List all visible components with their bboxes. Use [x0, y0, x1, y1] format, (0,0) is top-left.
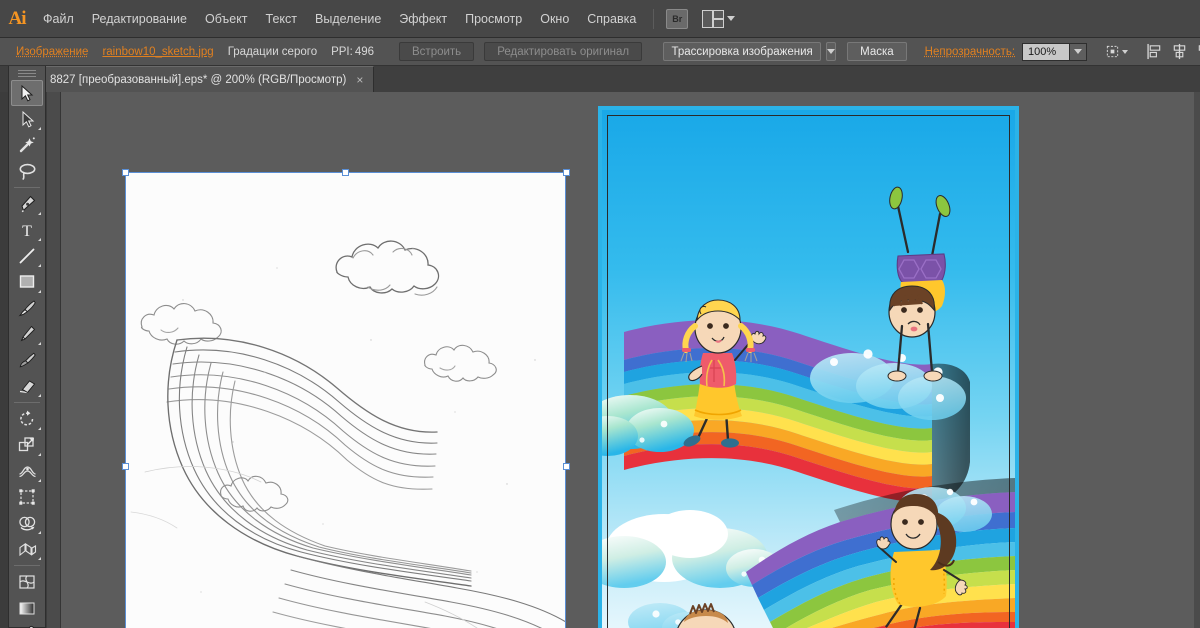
scale-tool[interactable] [11, 432, 43, 458]
embed-button[interactable]: Встроить [399, 42, 475, 61]
align-right-icon[interactable] [1196, 43, 1200, 61]
magic-wand-tool[interactable] [11, 132, 43, 158]
selection-handle-top-left[interactable] [122, 169, 129, 176]
selection-handle-middle-right[interactable] [563, 463, 570, 470]
align-left-icon[interactable] [1146, 43, 1163, 61]
tool-divider [14, 187, 40, 188]
svg-text:T: T [22, 223, 32, 239]
document-tab-bar: » 8827 [преобразованный].eps* @ 200% (RG… [0, 66, 1200, 92]
selection-handle-top-center[interactable] [342, 169, 349, 176]
object-type-link[interactable]: Изображение [9, 46, 95, 58]
mesh-tool[interactable] [11, 569, 43, 595]
menu-file[interactable]: Файл [34, 0, 83, 38]
chevron-down-icon [727, 16, 736, 21]
image-trace-preset-dropdown[interactable] [826, 42, 837, 61]
canvas-left-rail [47, 92, 61, 628]
chevron-down-icon [827, 49, 836, 54]
selection-handle-middle-left[interactable] [122, 463, 129, 470]
eraser-tool[interactable] [11, 373, 43, 399]
tools-list: T [9, 80, 45, 628]
direct-selection-tool[interactable] [11, 106, 43, 132]
gradient-tool[interactable] [11, 595, 43, 621]
menu-divider [653, 8, 655, 29]
menu-window[interactable]: Окно [531, 0, 578, 38]
canvas-right-rail [1194, 92, 1200, 628]
color-mode-label: Градации серого [227, 45, 318, 58]
illustrator-window: Ai Файл Редактирование Объект Текст Выде… [0, 0, 1200, 628]
lasso-tool[interactable] [11, 158, 43, 184]
pencil-tool[interactable] [11, 321, 43, 347]
rotate-tool[interactable] [11, 406, 43, 432]
width-tool[interactable] [11, 458, 43, 484]
free-transform-tool[interactable] [11, 484, 43, 510]
menu-select[interactable]: Выделение [306, 0, 390, 38]
mask-button[interactable]: Маска [847, 42, 907, 61]
pencil-sketch-artboard[interactable] [125, 172, 566, 628]
menu-bar: Ai Файл Редактирование Объект Текст Выде… [0, 0, 1200, 38]
arrange-documents-icon [702, 9, 725, 28]
menu-object[interactable]: Объект [196, 0, 257, 38]
linked-file-link[interactable]: rainbow10_sketch.jpg [95, 46, 220, 58]
align-to-selector[interactable] [1105, 43, 1129, 61]
align-center-horizontal-icon[interactable] [1171, 43, 1188, 61]
app-logo: Ai [8, 7, 27, 29]
close-icon[interactable]: × [356, 74, 363, 86]
arrange-documents-button[interactable] [702, 9, 736, 28]
menu-help[interactable]: Справка [578, 0, 645, 38]
ppi-value: 496 [354, 45, 375, 58]
pen-tool[interactable] [11, 191, 43, 217]
menu-effect[interactable]: Эффект [390, 0, 456, 38]
menu-view[interactable]: Просмотр [456, 0, 531, 38]
rainbow-illustration-artboard[interactable] [598, 106, 1019, 628]
chevron-down-icon [1122, 49, 1129, 54]
control-bar: Изображение rainbow10_sketch.jpg Градаци… [0, 38, 1200, 66]
shape-builder-tool[interactable] [11, 510, 43, 536]
selection-handle-top-right[interactable] [563, 169, 570, 176]
line-segment-tool[interactable] [11, 243, 43, 269]
bridge-button[interactable]: Br [666, 8, 689, 29]
rectangle-tool[interactable] [11, 269, 43, 295]
document-canvas[interactable] [47, 92, 1200, 628]
image-trace-button[interactable]: Трассировка изображения [663, 42, 822, 61]
paintbrush-tool[interactable] [11, 295, 43, 321]
tool-divider [14, 402, 40, 403]
edit-original-button[interactable]: Редактировать оригинал [484, 42, 643, 61]
menu-type[interactable]: Текст [257, 0, 306, 38]
ppi-label: PPI: [331, 45, 353, 58]
chevron-down-icon [1074, 49, 1083, 54]
opacity-dropdown[interactable] [1070, 42, 1088, 61]
eyedropper-tool[interactable] [11, 621, 43, 628]
opacity-label[interactable]: Непрозрачность: [918, 46, 1022, 58]
opacity-input[interactable]: 100% [1022, 42, 1071, 61]
document-tab[interactable]: 8827 [преобразованный].eps* @ 200% (RGB/… [38, 66, 375, 92]
menu-edit[interactable]: Редактирование [83, 0, 196, 38]
perspective-grid-tool[interactable] [11, 536, 43, 562]
type-tool[interactable]: T [11, 217, 43, 243]
tools-panel: T [8, 66, 46, 628]
blob-brush-tool[interactable] [11, 347, 43, 373]
tools-panel-grip[interactable] [9, 66, 45, 80]
document-tab-label: 8827 [преобразованный].eps* @ 200% (RGB/… [50, 73, 347, 86]
selection-tool[interactable] [11, 80, 43, 106]
tool-divider [14, 565, 40, 566]
